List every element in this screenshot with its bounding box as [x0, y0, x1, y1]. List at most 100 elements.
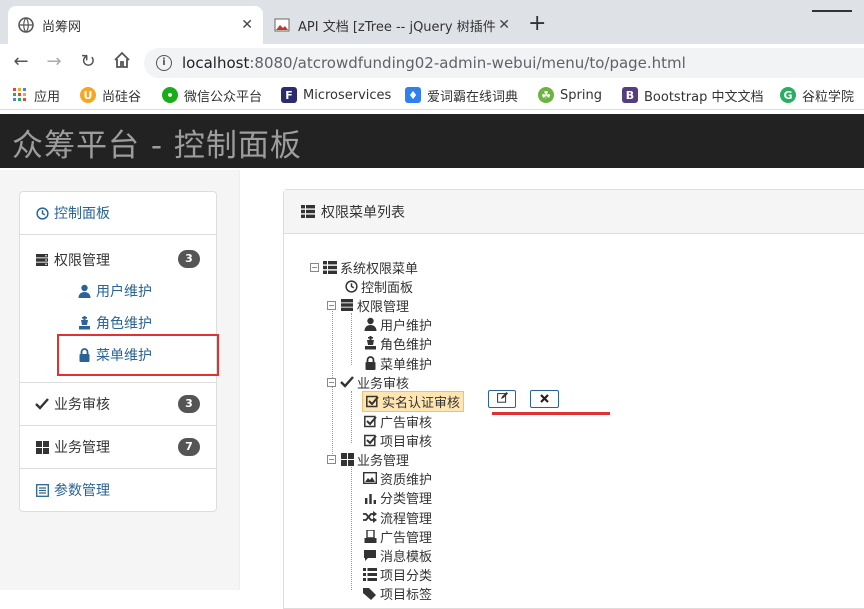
home-icon[interactable]	[111, 51, 133, 75]
panel-title: 权限菜单列表	[321, 204, 405, 221]
tree-node-business-review[interactable]: − 业务审核	[327, 373, 410, 392]
tree-node-realname-review[interactable]: 实名认证审核	[362, 390, 465, 412]
count-badge: 3	[178, 395, 200, 413]
bookmark-atguigu[interactable]: U 尚硅谷	[80, 86, 142, 105]
guli-icon: G	[780, 87, 796, 103]
bookmark-wechat[interactable]: • 微信公众平台	[162, 86, 263, 105]
bookmark-guli[interactable]: G 谷粒学院	[780, 86, 854, 105]
dashboard-icon	[34, 205, 50, 221]
sidebar-subitem-role[interactable]: 角色维护	[76, 312, 202, 334]
sidebar-item-label: 业务审核	[54, 397, 110, 413]
url-path: :8080/atcrowdfunding02-admin-webui/menu/…	[249, 54, 686, 72]
bookmark-apps[interactable]: 应用	[12, 86, 60, 105]
tree-node-project-tag[interactable]: 项目标签	[362, 584, 432, 603]
tree-node-user[interactable]: 用户维护	[362, 315, 432, 334]
sidebar-subitem-user[interactable]: 用户维护	[76, 280, 202, 302]
atguigu-icon: U	[80, 87, 96, 103]
bookmark-microservices[interactable]: F Microservices	[281, 86, 391, 104]
tree-node-project-review[interactable]: 项目审核	[362, 431, 432, 450]
bookmark-label: Microservices	[303, 87, 392, 103]
tree-node-qualification[interactable]: 资质维护	[362, 469, 432, 488]
collapse-switch-icon[interactable]: −	[327, 377, 336, 387]
tree-connector	[351, 391, 352, 443]
bookmark-spring[interactable]: ☘ Spring	[538, 86, 602, 104]
tree-node-project-category[interactable]: 项目分类	[362, 565, 432, 584]
collapse-switch-icon[interactable]: −	[327, 300, 336, 310]
count-badge: 7	[178, 438, 200, 456]
tree-node-label: 消息模板	[380, 549, 433, 565]
count-badge: 3	[178, 250, 200, 268]
tree-node-message-template[interactable]: 消息模板	[362, 546, 433, 565]
bookmark-label: Bootstrap 中文文档	[644, 89, 764, 105]
close-tab-icon[interactable]: ✕	[498, 17, 510, 33]
url-host: localhost	[182, 54, 250, 72]
random-icon	[362, 509, 378, 525]
tree-node-menu[interactable]: 菜单维护	[362, 354, 432, 373]
bookmark-label: 微信公众平台	[184, 89, 263, 105]
th-large-icon	[34, 439, 50, 455]
user-icon	[362, 316, 378, 332]
collapse-switch-icon[interactable]: −	[327, 454, 336, 464]
edit-node-button[interactable]	[488, 390, 516, 408]
minimize-window-icon[interactable]	[812, 10, 852, 12]
close-tab-icon[interactable]: ✕	[241, 17, 253, 33]
selected-node[interactable]: 实名认证审核	[362, 390, 465, 412]
bookmark-label: 爱词霸在线词典	[427, 89, 519, 105]
sidebar-item-label: 控制面板	[54, 206, 110, 222]
bookmark-label: 尚硅谷	[102, 89, 142, 105]
check-icon	[362, 413, 378, 429]
highlight-box	[57, 334, 219, 376]
reload-icon[interactable]: ↻	[77, 51, 99, 73]
forward-arrow-icon[interactable]: →	[43, 51, 65, 73]
address-bar[interactable]: i localhost:8080/atcrowdfunding02-admin-…	[144, 48, 864, 78]
tree-node-business-manage[interactable]: − 业务管理	[327, 450, 409, 469]
tree-node-label: 业务审核	[357, 376, 410, 392]
red-underline-annotation	[492, 412, 610, 415]
bookmark-iciba[interactable]: ♦ 爱词霸在线词典	[405, 86, 519, 105]
tree-node-root[interactable]: − 系统权限菜单	[310, 258, 419, 277]
tab-ztree-api[interactable]: API 文档 [zTree -- jQuery 树插件 ✕	[264, 6, 520, 44]
bookmark-bootstrap[interactable]: B Bootstrap 中文文档	[622, 86, 764, 105]
apps-grid-icon	[12, 87, 28, 103]
tree-node-ad-manage[interactable]: 广告管理	[362, 527, 432, 546]
new-tab-button[interactable]: +	[528, 11, 546, 36]
sidebar-item-params[interactable]: 参数管理	[20, 469, 216, 511]
th-list-icon	[300, 204, 316, 220]
tree-node-permissions[interactable]: − 权限管理	[327, 296, 410, 315]
brand-title[interactable]: 众筹平台 - 控制面板	[12, 120, 302, 165]
tree-node-process[interactable]: 流程管理	[362, 508, 432, 527]
collapse-switch-icon[interactable]: −	[310, 262, 319, 272]
app-navbar: 众筹平台 - 控制面板	[0, 114, 864, 168]
tree-node-label: 角色维护	[380, 337, 433, 353]
tree-connector	[351, 467, 352, 590]
sidebar-item-business-manage[interactable]: 业务管理 7	[20, 426, 216, 469]
dashboard-icon	[343, 278, 359, 294]
sidebar-item-label: 权限管理	[54, 253, 110, 269]
tab-shangchou[interactable]: 尚筹网 ✕	[8, 6, 263, 44]
tab-title: API 文档 [zTree -- jQuery 树插件	[298, 19, 496, 35]
site-info-icon[interactable]: i	[156, 55, 172, 71]
king-icon	[76, 315, 92, 331]
f-logo-icon: F	[281, 87, 297, 103]
tree-node-ad-review[interactable]: 广告审核	[362, 412, 432, 431]
tree-node-category[interactable]: 分类管理	[362, 488, 432, 507]
sidebar-item-business-review[interactable]: 业务审核 3	[20, 383, 216, 426]
equalizer-icon	[362, 489, 378, 505]
tree-node-dashboard[interactable]: 控制面板	[343, 277, 413, 296]
tree-node-label: 系统权限菜单	[340, 261, 419, 277]
back-arrow-icon[interactable]: ←	[10, 51, 32, 73]
sidebar-item-dashboard[interactable]: 控制面板	[20, 192, 216, 235]
user-icon	[76, 283, 92, 299]
tree-node-role[interactable]: 角色维护	[362, 334, 433, 353]
sidebar-subitem-label: 用户维护	[96, 284, 152, 300]
edit-icon	[496, 392, 508, 406]
sidebar-item-permissions[interactable]: 权限管理 3	[34, 250, 202, 270]
server-icon	[339, 297, 355, 313]
tree-node-label: 权限管理	[357, 299, 410, 315]
sidebar: 控制面板 权限管理 3 用户维护 角色维护 菜单维护 业务审核 3 业务管理 7…	[0, 170, 240, 590]
list-alt-icon	[34, 482, 50, 498]
ok-icon	[34, 396, 50, 412]
panel-heading: 权限菜单列表	[284, 190, 864, 234]
remove-node-button[interactable]	[530, 390, 559, 408]
bookmark-label: Spring	[560, 87, 602, 103]
